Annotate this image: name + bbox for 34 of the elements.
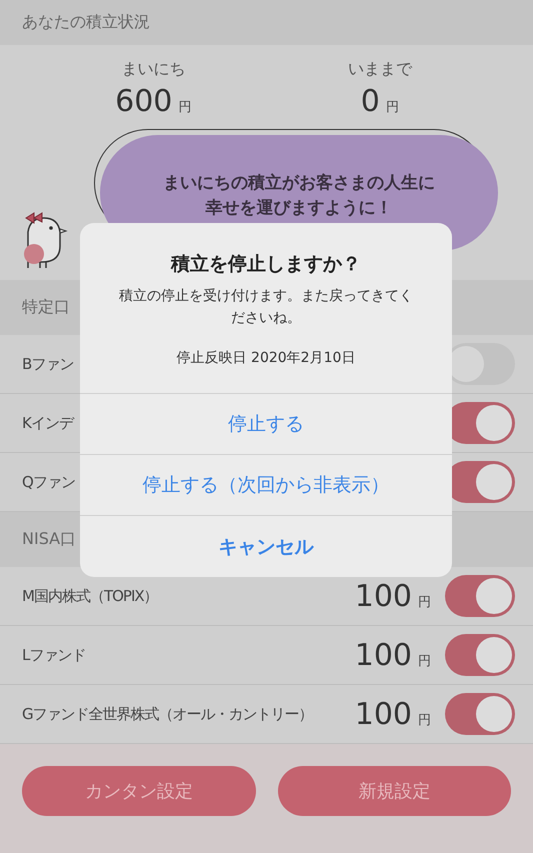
currency-unit: 円	[418, 652, 431, 670]
fund-amount: 100	[354, 578, 412, 614]
toggle-switch[interactable]	[445, 634, 515, 676]
stat-label: いままで	[348, 59, 412, 80]
setting-button[interactable]: 新規設定	[278, 766, 511, 816]
fund-name: M国内株式（TOPIX）	[22, 586, 158, 606]
fund-amount: 100	[354, 638, 412, 672]
toggle-switch[interactable]	[445, 693, 515, 735]
dialog-button[interactable]: 停止する	[80, 394, 452, 455]
setting-button[interactable]: カンタン設定	[22, 766, 256, 816]
section-title: あなたの積立状況	[22, 12, 150, 33]
currency-unit: 円	[178, 99, 192, 116]
currency-unit: 円	[418, 594, 431, 610]
fund-name: Gファンド全世界株式（オール・カントリー）	[22, 704, 313, 724]
fund-amount: 100	[354, 696, 412, 732]
dialog-button[interactable]: 停止する（次回から非表示）	[80, 455, 452, 516]
bubble-text: まいにちの積立がお客さまの人生に	[163, 172, 435, 195]
dialog-title: 積立を停止しますか？	[171, 252, 361, 277]
toggle-switch[interactable]	[445, 575, 515, 617]
dialog-button[interactable]: キャンセル	[80, 516, 452, 577]
section-title: 特定口	[22, 297, 70, 318]
currency-unit: 円	[418, 712, 431, 728]
dialog-message: 積立の停止を受け付けます。また戻ってきてくださいね。	[118, 287, 414, 328]
fund-name: Lファンド	[22, 646, 86, 664]
stat-amount: 0	[360, 84, 380, 119]
stat-amount: 600	[115, 84, 172, 119]
fund-name: Qファン	[22, 472, 75, 492]
stat-label: まいにち	[121, 59, 186, 80]
section-title: NISA口	[22, 529, 76, 550]
currency-unit: 円	[386, 99, 399, 116]
stop-date-text: 停止反映日 2020年2月10日	[176, 349, 356, 367]
fund-name: Kインデ	[22, 414, 73, 432]
fund-name: Bファン	[22, 354, 74, 374]
bubble-text: 幸せを運びますように！	[206, 197, 392, 220]
